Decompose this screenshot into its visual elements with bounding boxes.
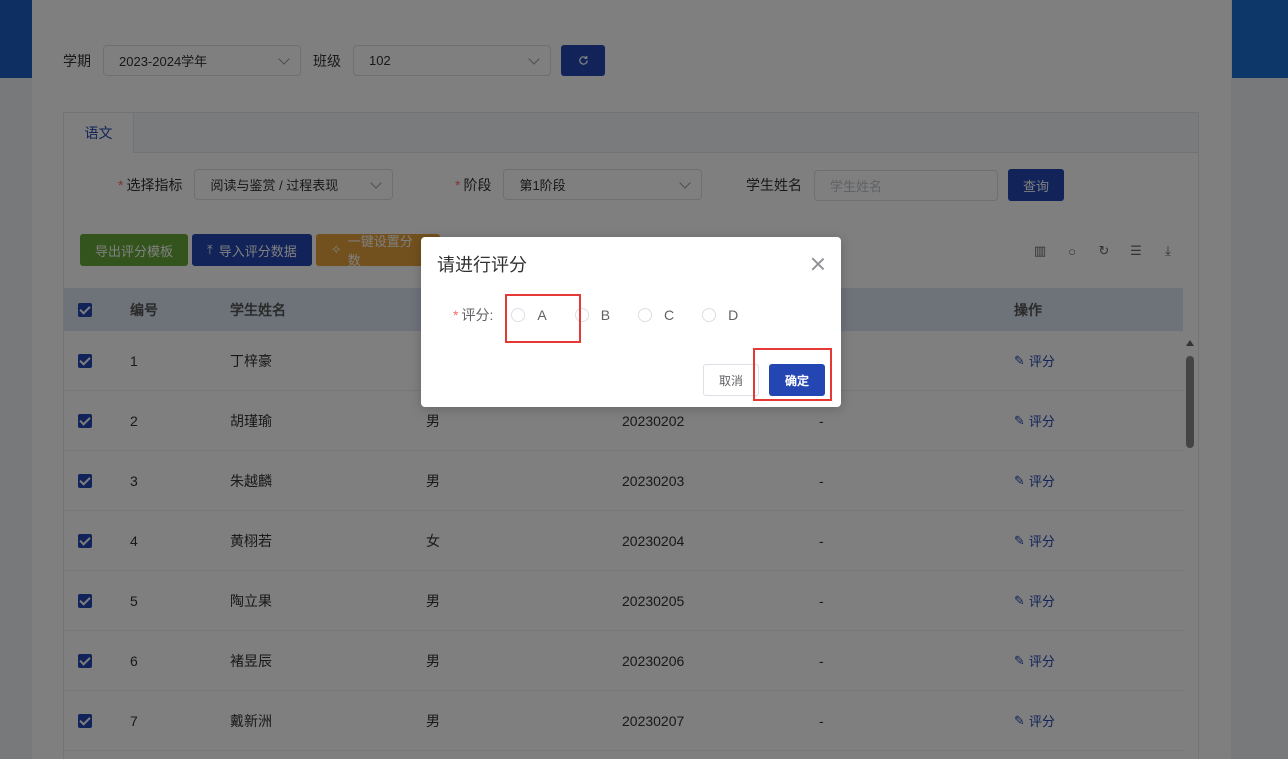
close-icon[interactable] <box>811 257 825 271</box>
dialog-title: 请进行评分 <box>437 255 527 275</box>
rating-options: A B C D <box>511 307 766 323</box>
radio-label: A <box>537 307 547 323</box>
radio-label: C <box>664 307 675 323</box>
radio-circle-icon <box>511 308 526 322</box>
radio-circle-icon <box>638 308 653 322</box>
radio-option-a[interactable]: A <box>511 307 547 323</box>
radio-option-c[interactable]: C <box>638 307 674 323</box>
radio-option-b[interactable]: B <box>574 307 611 323</box>
radio-circle-icon <box>702 308 717 322</box>
required-mark: * <box>453 307 459 323</box>
rating-label: 评分: <box>461 307 494 323</box>
radio-circle-icon <box>574 308 589 322</box>
cancel-button[interactable]: 取消 <box>703 364 759 396</box>
rating-field: * 评分: A B C D <box>453 305 766 325</box>
dialog-footer: 取消 确定 <box>703 364 825 396</box>
confirm-button[interactable]: 确定 <box>769 364 825 396</box>
rating-dialog: 请进行评分 * 评分: A B C D 取消 确定 <box>421 237 841 407</box>
radio-option-d[interactable]: D <box>702 307 738 323</box>
radio-label: B <box>600 307 611 323</box>
radio-label: D <box>728 307 739 323</box>
